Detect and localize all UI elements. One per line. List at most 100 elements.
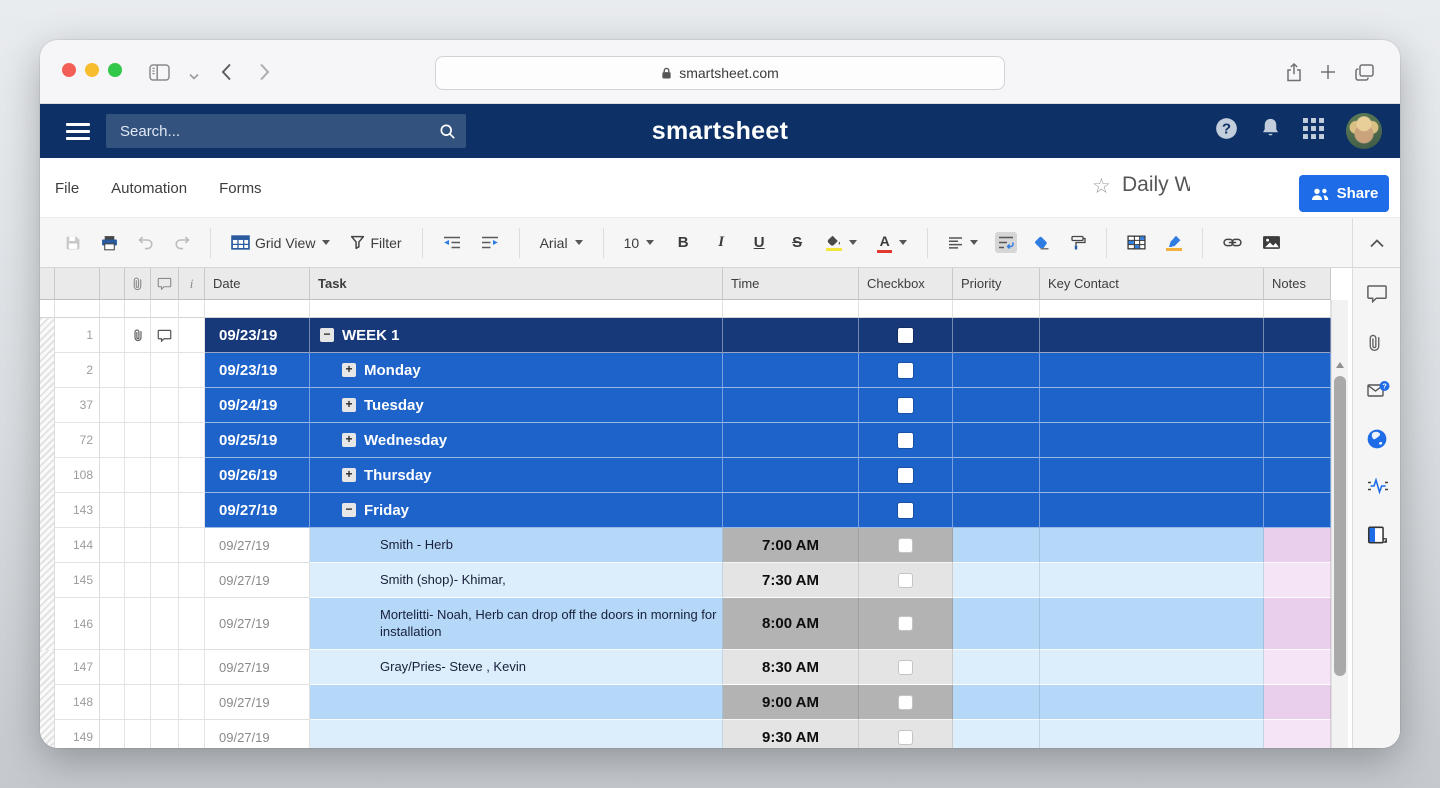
zoom-window-button[interactable] xyxy=(108,63,122,77)
header-checkbox[interactable]: Checkbox xyxy=(859,268,953,300)
expand-toggle-icon[interactable]: + xyxy=(342,363,356,377)
align-button[interactable] xyxy=(945,233,981,253)
row-info-cell[interactable] xyxy=(179,598,205,650)
checkbox[interactable] xyxy=(898,398,913,413)
row-comment-cell[interactable] xyxy=(151,388,179,423)
insert-link-button[interactable] xyxy=(1220,233,1245,252)
checkbox[interactable] xyxy=(898,363,913,378)
menu-forms[interactable]: Forms xyxy=(219,180,262,197)
cell-checkbox[interactable] xyxy=(859,423,953,458)
row-number[interactable]: 145 xyxy=(55,563,100,598)
cell-time[interactable]: 9:30 AM xyxy=(723,720,859,748)
cell-key-contact[interactable] xyxy=(1040,598,1264,650)
attachments-icon[interactable] xyxy=(1366,332,1388,354)
table-row[interactable]: 148 09/27/19 9:00 AM xyxy=(40,685,1400,720)
cell-key-contact[interactable] xyxy=(1040,458,1264,493)
update-requests-icon[interactable]: ? xyxy=(1366,380,1388,402)
row-info-cell[interactable] xyxy=(179,563,205,598)
attachment-column-header[interactable] xyxy=(125,268,151,300)
cell-task[interactable] xyxy=(310,720,723,748)
table-row[interactable]: 146 09/27/19 Mortelitti- Noah, Herb can … xyxy=(40,598,1400,650)
cell-checkbox[interactable] xyxy=(859,563,953,598)
cell-key-contact[interactable] xyxy=(1040,388,1264,423)
header-key-contact[interactable]: Key Contact xyxy=(1040,268,1264,300)
header-time[interactable]: Time xyxy=(723,268,859,300)
collapse-toolbar-button[interactable] xyxy=(1352,218,1400,268)
cell-priority[interactable] xyxy=(953,458,1040,493)
row-attachment-cell[interactable] xyxy=(125,563,151,598)
table-row[interactable]: 37 09/24/19 +Tuesday xyxy=(40,388,1400,423)
table-row[interactable]: 145 09/27/19 Smith (shop)- Khimar, 7:30 … xyxy=(40,563,1400,598)
row-select-cell[interactable] xyxy=(100,493,125,528)
row-comment-cell[interactable] xyxy=(151,720,179,748)
cell-time[interactable] xyxy=(723,493,859,528)
cell-priority[interactable] xyxy=(953,720,1040,748)
format-painter-button[interactable] xyxy=(1067,231,1089,254)
cell-priority[interactable] xyxy=(953,650,1040,685)
italic-button[interactable]: I xyxy=(709,230,733,255)
info-column-header[interactable]: i xyxy=(179,268,205,300)
chevron-down-icon[interactable] xyxy=(180,62,208,90)
row-select-cell[interactable] xyxy=(100,423,125,458)
cell-task[interactable]: +Thursday xyxy=(310,458,723,493)
cell-date[interactable]: 09/27/19 xyxy=(205,598,310,650)
cell-checkbox[interactable] xyxy=(859,493,953,528)
cell-notes[interactable] xyxy=(1264,493,1331,528)
checkbox[interactable] xyxy=(898,328,913,343)
checkbox[interactable] xyxy=(899,539,912,552)
new-tab-icon[interactable] xyxy=(1314,58,1342,86)
checkbox[interactable] xyxy=(899,617,912,630)
expand-toggle-icon[interactable]: + xyxy=(342,433,356,447)
table-row[interactable]: 72 09/25/19 +Wednesday xyxy=(40,423,1400,458)
row-attachment-cell[interactable] xyxy=(125,685,151,720)
row-number-header[interactable] xyxy=(55,268,100,300)
filter-button[interactable]: Filter xyxy=(347,231,404,255)
cell-task[interactable]: +Monday xyxy=(310,353,723,388)
row-number[interactable]: 2 xyxy=(55,353,100,388)
row-attachment-cell[interactable] xyxy=(125,423,151,458)
expand-toggle-icon[interactable]: − xyxy=(320,328,334,342)
row-number[interactable]: 146 xyxy=(55,598,100,650)
cell-key-contact[interactable] xyxy=(1040,685,1264,720)
publish-globe-icon[interactable] xyxy=(1366,428,1388,450)
row-select-cell[interactable] xyxy=(100,318,125,353)
row-info-cell[interactable] xyxy=(179,423,205,458)
cell-notes[interactable] xyxy=(1264,685,1331,720)
cell-date[interactable]: 09/23/19 xyxy=(205,353,310,388)
row-select-cell[interactable] xyxy=(100,720,125,748)
cell-time[interactable]: 8:30 AM xyxy=(723,650,859,685)
cell-task[interactable]: Mortelitti- Noah, Herb can drop off the … xyxy=(310,598,723,650)
undo-button[interactable] xyxy=(135,232,157,254)
cell-date[interactable]: 09/27/19 xyxy=(205,563,310,598)
table-row[interactable]: 1 09/23/19 −WEEK 1 xyxy=(40,318,1400,353)
cell-notes[interactable] xyxy=(1264,458,1331,493)
cell-key-contact[interactable] xyxy=(1040,650,1264,685)
main-menu-icon[interactable] xyxy=(66,119,90,144)
sidebar-toggle-icon[interactable] xyxy=(145,58,173,86)
print-button[interactable] xyxy=(98,231,121,255)
cell-notes[interactable] xyxy=(1264,563,1331,598)
row-attachment-cell[interactable] xyxy=(125,353,151,388)
fill-color-button[interactable] xyxy=(823,231,860,255)
row-info-cell[interactable] xyxy=(179,720,205,748)
header-date[interactable]: Date xyxy=(205,268,310,300)
cell-time[interactable]: 9:00 AM xyxy=(723,685,859,720)
search-icon[interactable] xyxy=(439,123,456,140)
checkbox[interactable] xyxy=(899,731,912,744)
row-attachment-cell[interactable] xyxy=(125,720,151,748)
cell-checkbox[interactable] xyxy=(859,720,953,748)
cell-time[interactable] xyxy=(723,458,859,493)
cell-checkbox[interactable] xyxy=(859,528,953,563)
cell-priority[interactable] xyxy=(953,388,1040,423)
checkbox[interactable] xyxy=(898,433,913,448)
row-comment-cell[interactable] xyxy=(151,493,179,528)
comment-column-header[interactable] xyxy=(151,268,179,300)
cell-time[interactable] xyxy=(723,423,859,458)
row-number[interactable]: 144 xyxy=(55,528,100,563)
checkbox[interactable] xyxy=(899,696,912,709)
cell-date[interactable]: 09/27/19 xyxy=(205,720,310,748)
cell-date[interactable]: 09/23/19 xyxy=(205,318,310,353)
cell-priority[interactable] xyxy=(953,563,1040,598)
cell-notes[interactable] xyxy=(1264,650,1331,685)
row-info-cell[interactable] xyxy=(179,493,205,528)
